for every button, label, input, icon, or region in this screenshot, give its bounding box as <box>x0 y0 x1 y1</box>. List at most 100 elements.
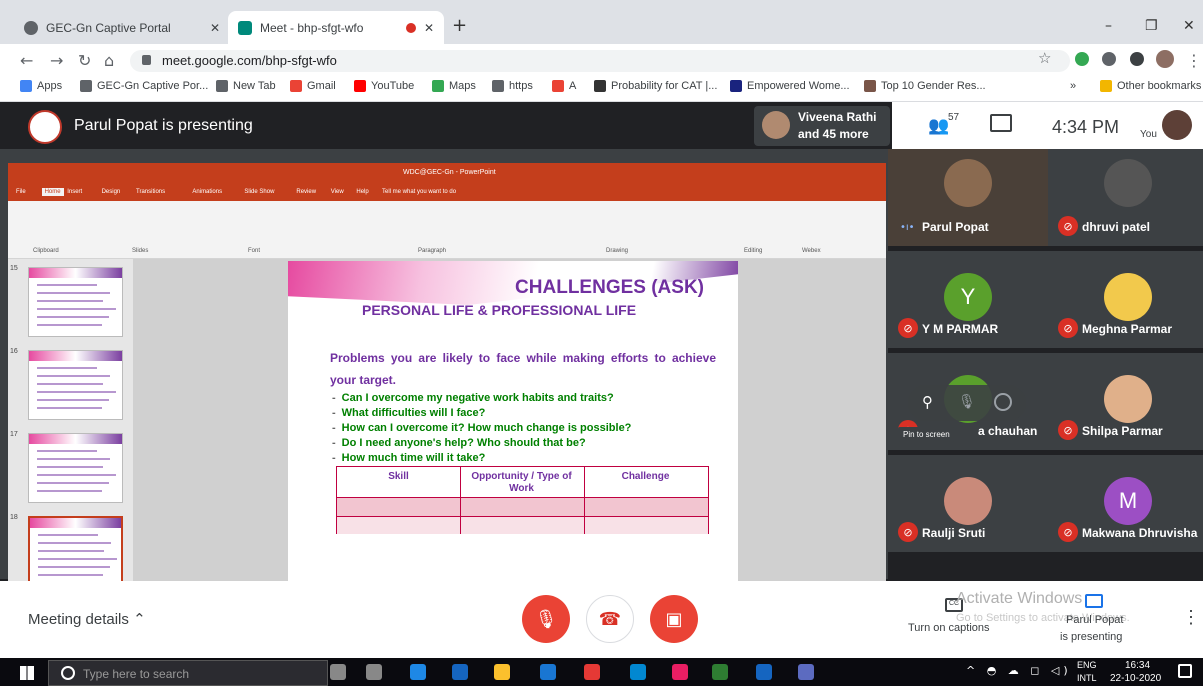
taskbar-app-icon[interactable] <box>672 664 688 680</box>
remove-icon[interactable] <box>994 393 1012 411</box>
tab-meet[interactable]: Meet - bhp-sfgt-wfo ✕ <box>228 11 444 44</box>
ribbon-tab[interactable]: Review <box>296 189 316 195</box>
taskbar-app-icon[interactable] <box>366 664 382 680</box>
back-icon[interactable]: ← <box>20 51 33 70</box>
more-options-icon[interactable]: ⋮ <box>1182 607 1200 628</box>
keyboard-layout[interactable]: INTL <box>1077 673 1097 683</box>
others-chip[interactable]: Viveena Rathi and 45 more <box>754 106 890 146</box>
folder-icon <box>1100 80 1112 92</box>
slide-thumbnail[interactable] <box>28 267 123 337</box>
language-indicator[interactable]: ENG <box>1077 660 1097 670</box>
bookmark-item[interactable]: Maps <box>432 80 476 92</box>
extension-icon[interactable] <box>1102 52 1116 66</box>
bookmark-item[interactable]: https <box>492 80 533 92</box>
ribbon-tab[interactable]: View <box>331 189 344 195</box>
thumb-line <box>37 292 110 294</box>
taskbar-time[interactable]: 16:34 <box>1125 660 1150 671</box>
pin-icon[interactable]: ⚲ <box>922 393 933 411</box>
other-bookmarks[interactable]: Other bookmarks <box>1100 80 1201 92</box>
mic-toggle-button[interactable]: 🎙 <box>522 595 570 643</box>
cortana-icon <box>61 666 75 680</box>
taskbar-app-icon[interactable] <box>494 664 510 680</box>
meeting-details[interactable]: Meeting details ⌃ <box>28 610 146 628</box>
slide-thumbnail[interactable] <box>28 516 123 583</box>
ribbon-tab[interactable]: Home <box>41 188 64 196</box>
ribbon-tab[interactable]: Animations <box>192 189 222 195</box>
taskbar-date[interactable]: 22-10-2020 <box>1110 673 1161 684</box>
reload-icon[interactable]: ↻ <box>78 51 91 70</box>
bookmarks-overflow[interactable]: » <box>1070 80 1076 92</box>
notification-icon[interactable] <box>1178 664 1192 678</box>
participant-tile[interactable]: ⊘ Shilpa Parmar <box>1048 353 1203 450</box>
bookmark-item[interactable]: A <box>552 80 576 92</box>
bookmark-item[interactable]: Empowered Wome... <box>730 80 850 92</box>
taskbar-search[interactable]: Type here to search <box>48 660 328 686</box>
bookmark-item[interactable]: Top 10 Gender Res... <box>864 80 986 92</box>
profile-avatar[interactable] <box>1156 50 1174 68</box>
taskbar-app-icon[interactable] <box>756 664 772 680</box>
new-tab-button[interactable]: + <box>452 15 467 36</box>
participant-name: Meghna Parmar <box>1082 322 1173 336</box>
participant-tile[interactable]: •ı• Parul Popat <box>888 149 1048 246</box>
thumb-line <box>37 407 102 409</box>
star-icon[interactable]: ☆ <box>1038 49 1051 67</box>
ribbon-tab[interactable]: Insert <box>67 189 82 195</box>
ribbon-tab[interactable]: Transitions <box>136 189 165 195</box>
slide-bullets: - Can I overcome my negative work habits … <box>332 391 732 466</box>
bookmark-icon <box>492 80 504 92</box>
slide: CHALLENGES (ASK) PERSONAL LIFE & PROFESS… <box>288 261 738 583</box>
taskbar-app-icon[interactable] <box>540 664 556 680</box>
extension-icon[interactable] <box>1075 52 1089 66</box>
bookmark-item[interactable]: Apps <box>20 80 62 92</box>
close-tab-icon[interactable]: ✕ <box>210 21 220 35</box>
taskbar-app-icon[interactable] <box>630 664 646 680</box>
self-avatar[interactable] <box>1162 110 1192 140</box>
taskbar-app-icon[interactable] <box>712 664 728 680</box>
windows-start-icon[interactable] <box>20 666 34 680</box>
slide-thumbnail[interactable] <box>28 350 123 420</box>
slide-number: 15 <box>10 265 18 272</box>
mic-off-icon[interactable]: 🎙 <box>958 394 976 410</box>
close-window-button[interactable]: ✕ <box>1183 18 1195 34</box>
avatar: M <box>1104 477 1152 525</box>
meet-icon <box>238 20 252 35</box>
address-bar[interactable]: meet.google.com/bhp-sfgt-wfo <box>130 50 1070 72</box>
taskbar-app-icon[interactable] <box>330 664 346 680</box>
home-icon[interactable]: ⌂ <box>104 51 114 70</box>
close-tab-icon[interactable]: ✕ <box>424 21 434 35</box>
camera-toggle-button[interactable]: ▣ <box>650 595 698 643</box>
bullet-marker: - <box>332 392 336 404</box>
present-icon[interactable] <box>1085 594 1103 608</box>
ribbon-tab[interactable]: Tell me what you want to do <box>382 189 456 195</box>
bookmark-item[interactable]: Gmail <box>290 80 336 92</box>
puzzle-icon[interactable] <box>1130 52 1144 66</box>
minimize-button[interactable]: – <box>1105 18 1112 34</box>
menu-kebab-icon[interactable]: ⋮ <box>1186 51 1202 70</box>
tab-gec-portal[interactable]: GEC-Gn Captive Portal ✕ <box>14 11 230 44</box>
bookmark-item[interactable]: YouTube <box>354 80 414 92</box>
slide-number: 17 <box>10 431 18 438</box>
ribbon-tab[interactable]: File <box>16 189 26 195</box>
ribbon-tab[interactable]: Slide Show <box>244 189 274 195</box>
leave-call-button[interactable]: ☎ <box>586 595 634 643</box>
chat-icon[interactable] <box>990 114 1012 132</box>
forward-icon[interactable]: → <box>50 51 63 70</box>
ribbon-tab[interactable]: Help <box>356 189 368 195</box>
restore-button[interactable]: ❐ <box>1145 18 1158 34</box>
participant-tile[interactable]: M ⊘ Makwana Dhruvisha <box>1048 455 1203 552</box>
ribbon-tab[interactable]: Design <box>102 189 121 195</box>
bookmark-item[interactable]: GEC-Gn Captive Por... <box>80 80 208 92</box>
bookmark-item[interactable]: New Tab <box>216 80 276 92</box>
people-icon[interactable]: 👥 <box>928 116 949 136</box>
participant-tile[interactable]: Y ⊘ Y M PARMAR <box>888 251 1048 348</box>
taskbar-app-icon[interactable] <box>798 664 814 680</box>
taskbar-app-icon[interactable] <box>410 664 426 680</box>
taskbar-app-icon[interactable] <box>452 664 468 680</box>
bookmark-item[interactable]: Probability for CAT |... <box>594 80 717 92</box>
participant-tile[interactable]: ⊘ Meghna Parmar <box>1048 251 1203 348</box>
participant-tile[interactable]: ⊘ Raulji Sruti <box>888 455 1048 552</box>
slide-thumbnail[interactable] <box>28 433 123 503</box>
taskbar-app-icon[interactable] <box>584 664 600 680</box>
system-tray-icons[interactable]: ^ ◓ ☁ ◻ ◁) <box>966 664 1072 677</box>
participant-tile[interactable]: ⊘ dhruvi patel <box>1048 149 1203 246</box>
